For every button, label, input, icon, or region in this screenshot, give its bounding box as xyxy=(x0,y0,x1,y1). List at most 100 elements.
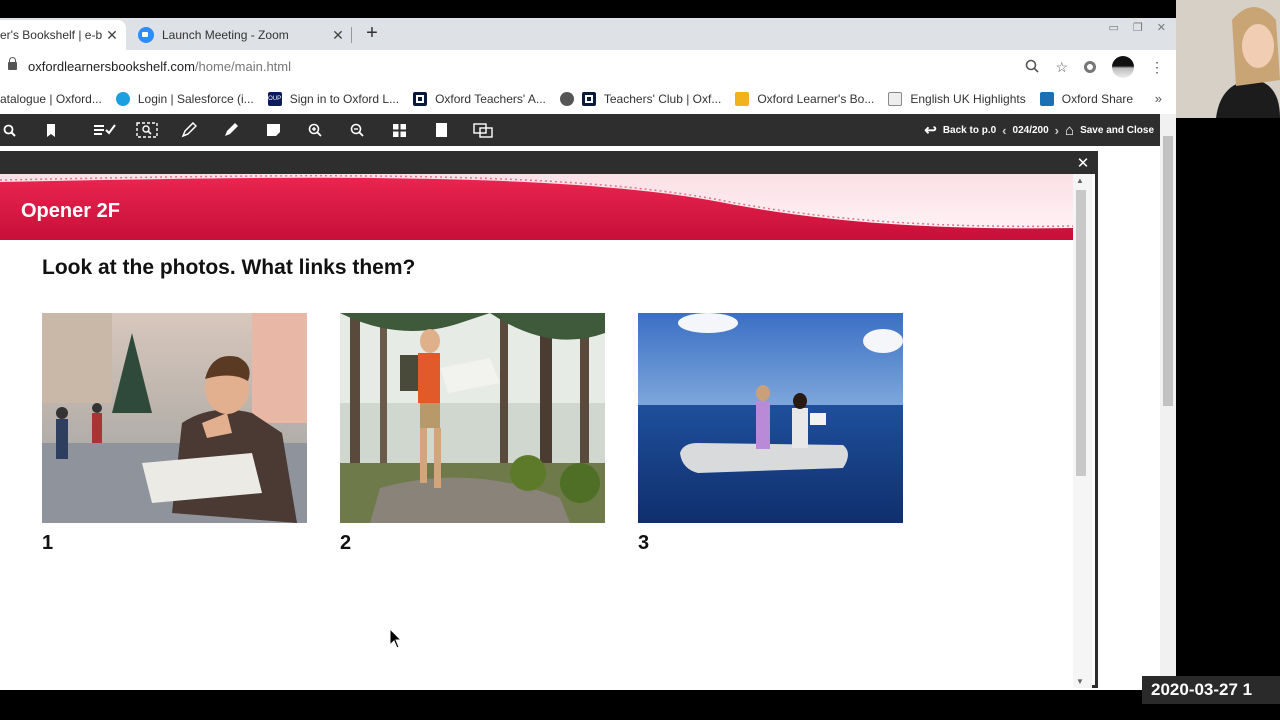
zoom-out-icon[interactable] xyxy=(336,114,378,146)
page-scrollbar[interactable] xyxy=(1160,114,1176,690)
oxford-o-icon xyxy=(413,92,428,106)
photo-number-1: 1 xyxy=(42,532,54,554)
bookmark-oxford-teachers[interactable]: Oxford Teachers' A... xyxy=(413,92,546,106)
viewer-scrollbar-thumb[interactable] xyxy=(1076,190,1086,476)
zoom-icon xyxy=(138,27,154,43)
pencil-icon[interactable] xyxy=(168,114,210,146)
bookmark-label: Login | Salesforce (i... xyxy=(137,92,254,106)
bookmark-teachers-club[interactable]: Teachers' Club | Oxf... xyxy=(559,92,722,106)
section-title: Opener 2F xyxy=(21,200,120,222)
prev-page-icon[interactable]: ‹ xyxy=(1002,123,1006,138)
photo-3[interactable] xyxy=(638,313,903,523)
viewer-scrollbar[interactable]: ▲ ▼ xyxy=(1073,174,1092,688)
bookmark-label: Oxford Share xyxy=(1061,92,1134,106)
photo-number-2: 2 xyxy=(340,532,352,554)
reader-navigation: ↩ Back to p.0 ‹ 024/200 › ⌂ Save and Clo… xyxy=(924,114,1154,146)
reader-toolbar: ↩ Back to p.0 ‹ 024/200 › ⌂ Save and Clo… xyxy=(0,114,1160,146)
address-bar-actions: ☆ ⋮ xyxy=(1025,56,1164,78)
viewer-header: ✕ xyxy=(0,154,1095,174)
bookmark-label: Sign in to Oxford L... xyxy=(289,92,400,106)
webcam-thumbnail xyxy=(1176,0,1280,118)
bookmark-label: Oxford Teachers' A... xyxy=(435,92,546,106)
page-scrollbar-thumb[interactable] xyxy=(1163,136,1173,406)
highlights-icon xyxy=(888,92,903,106)
globe-icon xyxy=(559,92,574,106)
menu-dots-icon[interactable]: ⋮ xyxy=(1150,59,1164,76)
bookmark-salesforce[interactable]: Login | Salesforce (i... xyxy=(115,92,254,106)
url-domain: oxfordlearnersbookshelf.com xyxy=(28,59,195,74)
bookmark-label: Oxford Learner's Bo... xyxy=(757,92,875,106)
restore-icon[interactable]: ❐ xyxy=(1133,21,1143,34)
bookmark-label: atalogue | Oxford... xyxy=(0,92,102,106)
photo-2[interactable] xyxy=(340,313,605,523)
zoom-lens-icon[interactable] xyxy=(1025,59,1040,76)
save-and-close-button[interactable]: Save and Close xyxy=(1080,125,1154,136)
scroll-down-arrow-icon[interactable]: ▼ xyxy=(1076,677,1084,686)
tab-zoom[interactable]: Launch Meeting - Zoom ✕ xyxy=(132,20,352,50)
reader-tools xyxy=(0,114,504,146)
page-icon[interactable] xyxy=(420,114,462,146)
exercise-question: Look at the photos. What links them? xyxy=(42,256,416,279)
star-icon[interactable]: ☆ xyxy=(1055,59,1068,76)
bookmark-label: English UK Highlights xyxy=(910,92,1026,106)
profile-avatar[interactable] xyxy=(1112,56,1134,78)
window-controls: ▭ ❐ ✕ xyxy=(1109,18,1167,36)
search-icon[interactable] xyxy=(0,114,18,146)
lock-icon[interactable] xyxy=(8,57,17,70)
select-area-icon[interactable] xyxy=(126,114,168,146)
more-bookmarks-icon[interactable]: » xyxy=(1155,91,1162,106)
book-page: Opener 2F Look at the photos. What links… xyxy=(0,174,1073,688)
photo-1[interactable] xyxy=(42,313,307,523)
oup-icon: OUP xyxy=(267,92,282,106)
bookmark-label: Teachers' Club | Oxf... xyxy=(603,92,722,106)
grid-icon[interactable] xyxy=(378,114,420,146)
bookmark-catalogue[interactable]: atalogue | Oxford... xyxy=(0,92,102,106)
back-arrow-icon[interactable]: ↩ xyxy=(924,121,937,139)
bookmarks-bar: atalogue | Oxford... Login | Salesforce … xyxy=(0,84,1176,114)
close-viewer-icon[interactable]: ✕ xyxy=(1074,155,1092,173)
address-bar: oxfordlearnersbookshelf.com/home/main.ht… xyxy=(0,50,1176,84)
share-icon xyxy=(1039,92,1054,106)
recording-timestamp: 2020-03-27 1 xyxy=(1142,676,1280,704)
photo-number-3: 3 xyxy=(638,532,650,554)
url-field[interactable]: oxfordlearnersbookshelf.com/home/main.ht… xyxy=(28,59,291,74)
close-tab-icon[interactable]: ✕ xyxy=(330,27,346,44)
browser-window: er's Bookshelf | e-b ✕ Launch Meeting - … xyxy=(0,18,1176,690)
page-counter[interactable]: 024/200 xyxy=(1013,125,1049,136)
dinghy-at-sea-image xyxy=(638,313,903,523)
page-viewer: ✕ Opener 2F Look at the photos. What lin… xyxy=(0,151,1098,688)
home-icon[interactable]: ⌂ xyxy=(1065,122,1074,139)
note-icon[interactable] xyxy=(252,114,294,146)
bookmark-icon[interactable] xyxy=(18,114,84,146)
scroll-up-arrow-icon[interactable]: ▲ xyxy=(1076,176,1084,185)
oxford-o-icon xyxy=(581,92,596,106)
tab-title: er's Bookshelf | e-b xyxy=(0,28,103,42)
next-page-icon[interactable]: › xyxy=(1055,123,1059,138)
mouse-cursor-icon xyxy=(389,628,403,649)
tab-title: Launch Meeting - Zoom xyxy=(162,28,289,42)
salesforce-cloud-icon xyxy=(115,92,130,106)
checklist-icon[interactable] xyxy=(84,114,126,146)
section-banner xyxy=(0,174,1073,240)
copy-icon[interactable] xyxy=(462,114,504,146)
tab-bookshelf[interactable]: er's Bookshelf | e-b ✕ xyxy=(0,20,126,50)
minimize-icon[interactable]: ▭ xyxy=(1109,21,1119,34)
bookmark-english-uk[interactable]: English UK Highlights xyxy=(888,92,1026,106)
tab-divider xyxy=(351,27,352,43)
bookmark-oxford-sign-in[interactable]: OUP Sign in to Oxford L... xyxy=(267,92,400,106)
new-tab-button[interactable]: + xyxy=(362,22,382,45)
bookmark-oxford-share[interactable]: Oxford Share xyxy=(1039,92,1134,106)
extension-icon[interactable] xyxy=(1084,61,1096,73)
back-to-page-button[interactable]: Back to p.0 xyxy=(943,125,996,136)
hiker-with-map-image xyxy=(340,313,605,523)
presenter-video-image xyxy=(1176,0,1280,118)
highlighter-icon[interactable] xyxy=(210,114,252,146)
url-path: /home/main.html xyxy=(194,59,292,74)
close-tab-icon[interactable]: ✕ xyxy=(104,27,120,44)
zoom-in-icon[interactable] xyxy=(294,114,336,146)
bookshelf-icon xyxy=(735,92,750,106)
man-with-map-image xyxy=(42,313,307,523)
bookmark-learners-bookshelf[interactable]: Oxford Learner's Bo... xyxy=(735,92,874,106)
tab-strip: er's Bookshelf | e-b ✕ Launch Meeting - … xyxy=(0,18,1176,50)
close-window-icon[interactable]: ✕ xyxy=(1157,21,1166,34)
